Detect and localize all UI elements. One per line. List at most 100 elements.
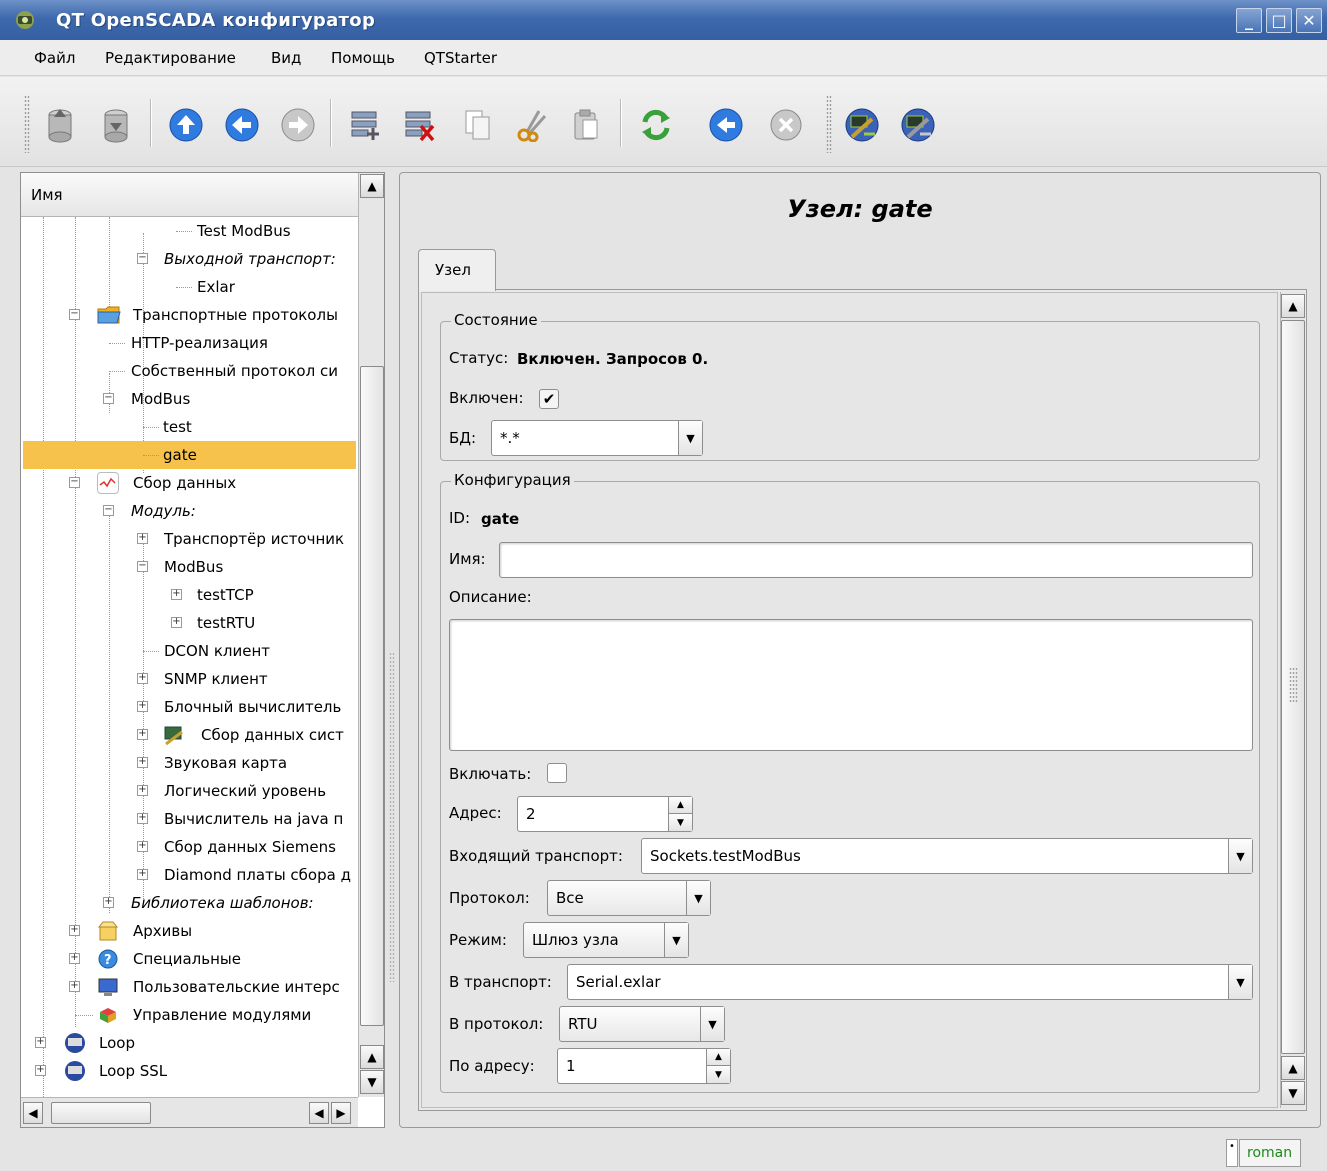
scroll-right-arrow-icon[interactable]: ▶ [331,1102,351,1124]
expand-icon[interactable]: + [35,1065,46,1076]
tree-item[interactable]: Test ModBus [21,217,358,245]
db-combobox[interactable]: *.* ▼ [491,420,703,456]
expand-icon[interactable]: + [171,617,182,628]
tree-hscroll-thumb[interactable] [51,1102,151,1124]
tree-item[interactable]: + Вычислитель на java п [21,805,358,833]
to-address-spinbox[interactable]: 1 ▲ ▼ [557,1048,731,1084]
scroll-down-arrow-icon[interactable]: ▼ [360,1070,384,1094]
refresh-icon[interactable] [636,105,676,145]
tree-item[interactable]: Управление модулями [21,1001,358,1029]
tree-item[interactable]: + Пользовательские интерс [21,973,358,1001]
address-spinbox[interactable]: 2 ▲ ▼ [517,796,693,832]
expand-icon[interactable]: + [137,701,148,712]
db-load-icon[interactable] [40,105,80,145]
tree-item[interactable]: + Loop SSL [21,1057,358,1085]
expand-icon[interactable]: + [103,897,114,908]
spin-up-icon[interactable]: ▲ [668,797,692,814]
chevron-down-icon[interactable]: ▼ [664,923,688,957]
tree-item-selected[interactable]: gate [23,441,356,469]
up-icon[interactable] [166,105,206,145]
tree-item[interactable]: + Архивы [21,917,358,945]
tree-vertical-scrollbar[interactable]: ▲ ▲ ▼ [358,173,384,1097]
panel-splitter[interactable] [386,172,398,1128]
tree-item[interactable]: + ? Специальные [21,945,358,973]
close-button[interactable]: ✕ [1296,8,1322,33]
expand-icon[interactable]: + [137,757,148,768]
menu-help[interactable]: Помощь [331,49,395,67]
tree-item[interactable]: + Библиотека шаблонов: [21,889,358,917]
menu-edit[interactable]: Редактирование [105,49,236,67]
start-icon[interactable] [706,105,746,145]
name-field[interactable] [499,542,1253,578]
tree-item[interactable]: + Loop [21,1029,358,1057]
tree-item[interactable]: + Звуковая карта [21,749,358,777]
tree-item[interactable]: + Diamond платы сбора д [21,861,358,889]
collapse-icon[interactable]: − [103,505,114,516]
copy-icon[interactable] [458,105,498,145]
cut-icon[interactable] [512,105,552,145]
scroll-up-arrow-icon[interactable]: ▲ [360,1045,384,1069]
expand-icon[interactable]: + [69,953,80,964]
chevron-down-icon[interactable]: ▼ [1228,839,1252,873]
expand-icon[interactable]: + [137,841,148,852]
collapse-icon[interactable]: − [69,309,80,320]
expand-icon[interactable]: + [69,925,80,936]
tree-item[interactable]: + Логический уровень [21,777,358,805]
expand-icon[interactable]: + [137,729,148,740]
tree-column-header[interactable]: Имя [21,173,358,217]
expand-icon[interactable]: + [137,673,148,684]
tree-item[interactable]: + Блочный вычислитель [21,693,358,721]
back-icon[interactable] [222,105,262,145]
collapse-icon[interactable]: − [103,393,114,404]
scroll-left-arrow-icon[interactable]: ◀ [23,1102,43,1124]
tree-item[interactable]: + Транспортёр источник [21,525,358,553]
menu-view[interactable]: Вид [271,49,301,67]
title-bar[interactable]: QT OpenSCADA конфигуратор _ □ ✕ [0,0,1327,40]
db-save-icon[interactable] [96,105,136,145]
forward-icon[interactable] [278,105,318,145]
paste-icon[interactable] [566,105,606,145]
collapse-icon[interactable]: − [137,561,148,572]
to-transport-combobox[interactable]: Serial.exlar ▼ [567,964,1253,1000]
chevron-down-icon[interactable]: ▼ [678,421,702,455]
connect-icon[interactable] [842,105,882,145]
expand-icon[interactable]: + [69,981,80,992]
expand-icon[interactable]: + [171,589,182,600]
stop-icon[interactable] [766,105,806,145]
tree-item[interactable]: + Сбор данных сист [21,721,358,749]
tree-item[interactable]: + testTCP [21,581,358,609]
tree-item[interactable]: − Выходной транспорт: [21,245,358,273]
expand-icon[interactable]: + [137,869,148,880]
tree-item[interactable]: Собственный протокол си [21,357,358,385]
tree-item[interactable]: Exlar [21,273,358,301]
scroll-up-arrow-icon[interactable]: ▲ [360,174,384,198]
collapse-icon[interactable]: − [137,253,148,264]
minimize-button[interactable]: _ [1236,8,1262,33]
maximize-button[interactable]: □ [1266,8,1292,33]
tree-item[interactable]: + Сбор данных Siemens [21,833,358,861]
protocol-combobox[interactable]: Все ▼ [547,880,711,916]
mode-combobox[interactable]: Шлюз узла ▼ [523,922,689,958]
tree-item[interactable]: test [21,413,358,441]
tree-horizontal-scrollbar[interactable]: ◀ ◀ ▶ [21,1097,358,1127]
tree-item[interactable]: HTTP-реализация [21,329,358,357]
tree-item[interactable]: + SNMP клиент [21,665,358,693]
menu-file[interactable]: Файл [34,49,75,67]
menu-qtstarter[interactable]: QTStarter [424,49,497,67]
enable-checkbox[interactable] [547,763,567,783]
form-scroll-thumb[interactable] [1281,320,1305,1054]
current-user[interactable]: roman [1239,1139,1301,1167]
enabled-checkbox[interactable]: ✔ [539,389,559,409]
tree-item[interactable]: − Транспортные протоколы [21,301,358,329]
tree-item[interactable]: − ModBus [21,553,358,581]
spin-up-icon[interactable]: ▲ [706,1049,730,1066]
tree-item[interactable]: + testRTU [21,609,358,637]
toolbar-handle[interactable] [24,95,30,153]
tree-item[interactable]: DCON клиент [21,637,358,665]
to-protocol-combobox[interactable]: RTU ▼ [559,1006,725,1042]
delete-item-icon[interactable] [400,105,440,145]
expand-icon[interactable]: + [137,813,148,824]
tree-item[interactable]: − Модуль: [21,497,358,525]
navigation-tree[interactable]: Имя Test ModBus − Выходной транспорт: Ex… [20,172,385,1128]
add-item-icon[interactable] [346,105,386,145]
